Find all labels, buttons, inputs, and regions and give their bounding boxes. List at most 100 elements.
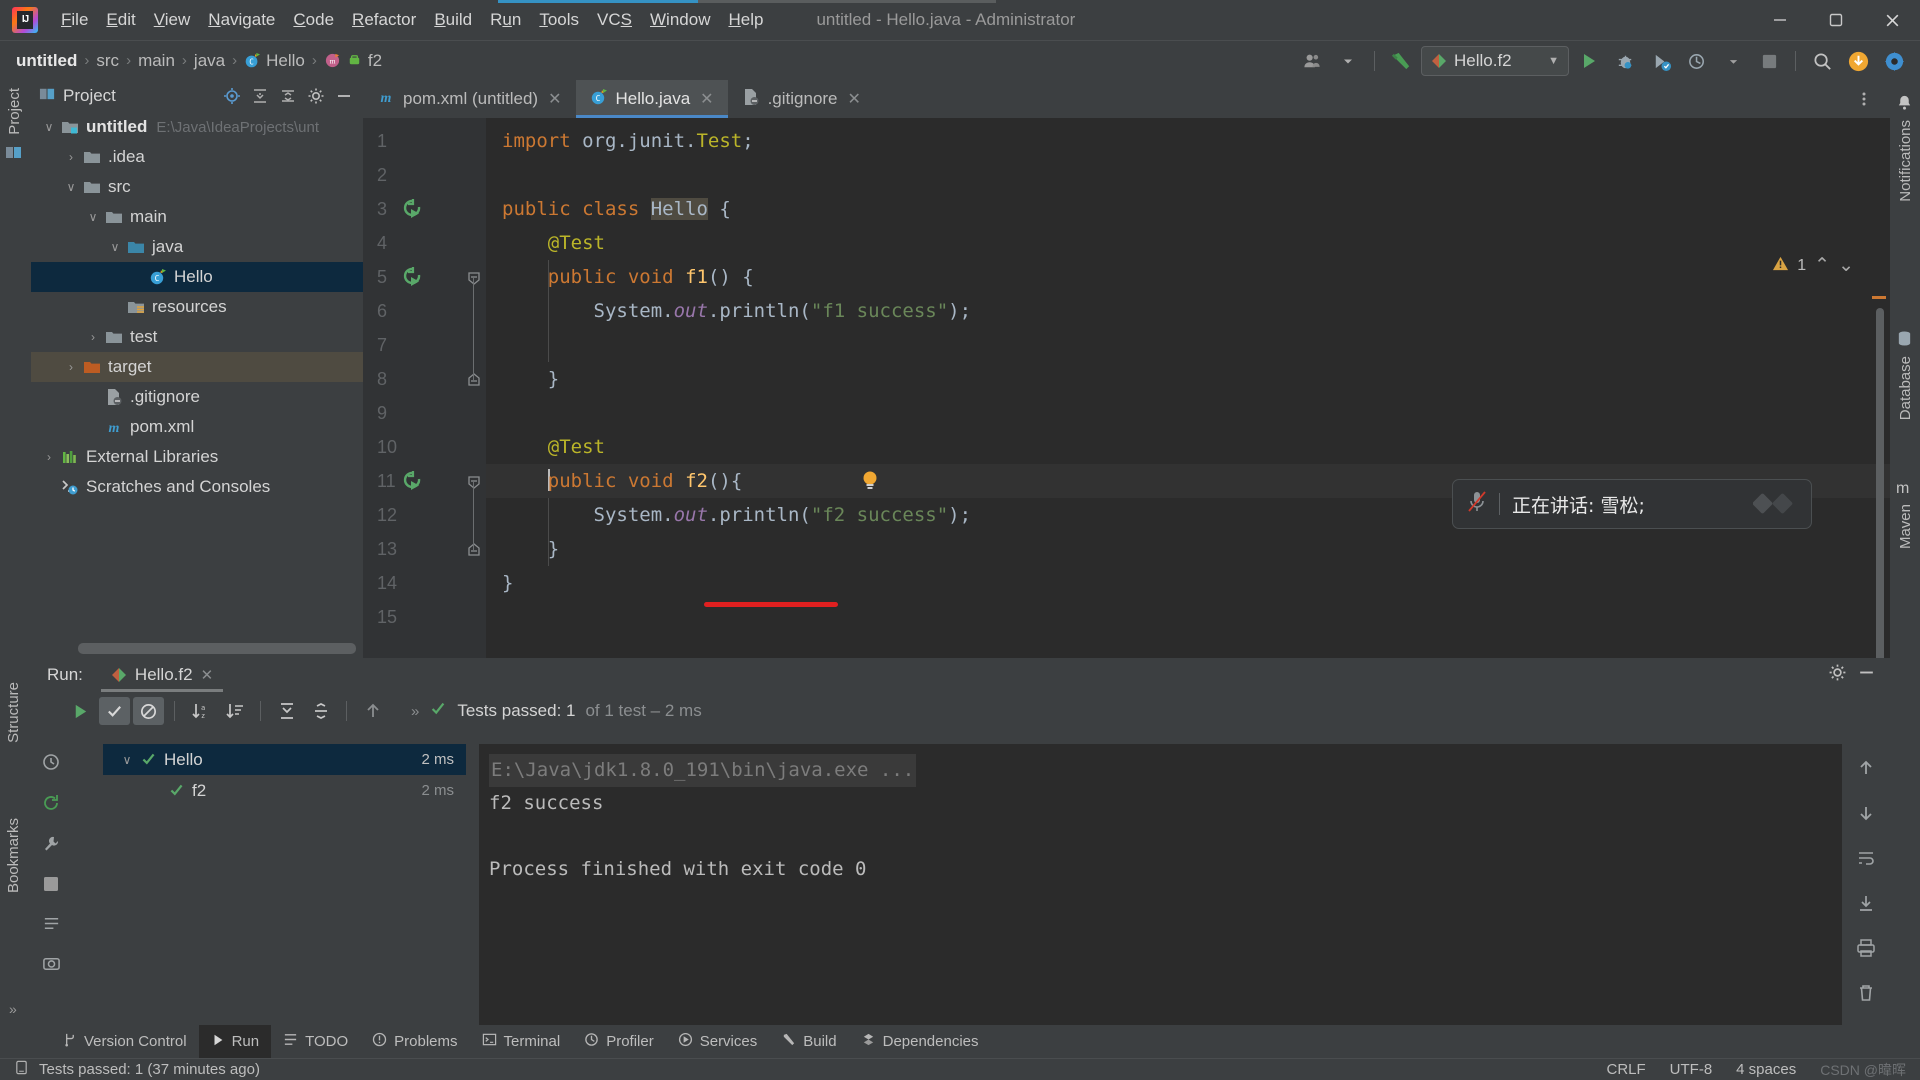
tool-window-button-problems[interactable]: Problems (360, 1025, 469, 1058)
run-coverage-button[interactable] (1645, 45, 1677, 77)
expand-all-icon[interactable] (247, 83, 273, 109)
code-line-10[interactable]: @Test (486, 430, 1890, 464)
debug-button[interactable] (1609, 45, 1641, 77)
tree-twisty[interactable]: ∨ (105, 240, 125, 254)
tree-item-test[interactable]: › test (31, 322, 363, 352)
code-fold-marker-line-11[interactable] (467, 474, 481, 489)
speaking-notification-toast[interactable]: 正在讲话: 雪松; (1452, 479, 1812, 529)
code-line-13[interactable]: } (486, 532, 1890, 566)
test-row-hello[interactable]: ∨ Hello 2 ms (103, 744, 466, 775)
expand-chevrons-icon[interactable]: » (411, 703, 419, 720)
more-tool-windows-icon[interactable]: » (9, 1001, 17, 1017)
show-passed-toggle[interactable] (99, 697, 130, 725)
soft-wrap-icon[interactable] (1856, 848, 1876, 873)
minimize-button[interactable] (1752, 0, 1808, 40)
tree-twisty[interactable]: › (83, 330, 103, 344)
breadcrumb-item-untitled[interactable]: untitled (16, 51, 77, 71)
code-line-2[interactable] (486, 158, 1890, 192)
menu-edit[interactable]: Edit (97, 7, 144, 33)
menu-navigate[interactable]: Navigate (199, 7, 284, 33)
rerun-tests-icon[interactable] (41, 793, 61, 818)
run-test-gutter-icon-line-3[interactable] (401, 198, 423, 220)
breadcrumb-item-hello[interactable]: C Hello (244, 51, 305, 71)
run-test-gutter-icon-line-11[interactable] (401, 470, 423, 492)
code-line-14[interactable]: } (486, 566, 1890, 600)
tool-window-notifications[interactable]: Notifications (1897, 120, 1914, 202)
tool-window-button-dependencies[interactable]: Dependencies (849, 1025, 991, 1058)
scroll-down-icon[interactable] (1856, 803, 1876, 828)
tool-window-button-todo[interactable]: TODO (271, 1025, 360, 1058)
tool-window-button-build[interactable]: Build (769, 1025, 848, 1058)
code-line-7[interactable] (486, 328, 1890, 362)
profiler-button[interactable] (1681, 45, 1713, 77)
code-line-15[interactable] (486, 600, 1890, 634)
user-icon[interactable] (1296, 45, 1328, 77)
camera-icon[interactable] (42, 954, 61, 978)
tree-item-src[interactable]: ∨ src (31, 172, 363, 202)
tree-item-gitignore[interactable]: .gitignore (31, 382, 363, 412)
code-line-9[interactable] (486, 396, 1890, 430)
tool-window-button-services[interactable]: Services (666, 1025, 770, 1058)
tool-window-button-run[interactable]: Run (198, 1025, 272, 1058)
project-tree-horizontal-scrollbar[interactable] (31, 643, 363, 654)
tree-twisty[interactable]: ∨ (61, 180, 81, 194)
tree-item-java[interactable]: ∨ java (31, 232, 363, 262)
breadcrumb-item-main[interactable]: main (138, 51, 175, 71)
menu-refactor[interactable]: Refactor (343, 7, 425, 33)
expand-all-button[interactable] (271, 697, 302, 725)
chevron-down-icon[interactable]: ▼ (1548, 55, 1559, 67)
scroll-to-end-icon[interactable] (1856, 893, 1876, 918)
editor-tab-hellojava[interactable]: C Hello.java ✕ (575, 80, 728, 118)
console-output[interactable]: E:\Java\jdk1.8.0_191\bin\java.exe ... f2… (479, 744, 1842, 1025)
close-icon[interactable]: ✕ (548, 89, 561, 109)
inspection-prev-icon[interactable]: ⌃ (1814, 254, 1830, 277)
code-editor[interactable]: 1 2 3 4 5 6 7 8 9 10 11 12 13 14 15 import org.junit.T… (363, 118, 1890, 688)
menu-file[interactable]: File (52, 7, 97, 33)
chevron-down-icon[interactable] (1717, 45, 1749, 77)
run-test-gutter-icon-line-5[interactable] (401, 266, 423, 288)
menu-run[interactable]: Run (481, 7, 530, 33)
tool-window-bookmarks[interactable]: Bookmarks (5, 818, 22, 893)
scroll-up-icon[interactable] (1856, 758, 1876, 783)
previous-occurrence-button[interactable] (357, 697, 388, 725)
more-vertical-icon[interactable] (1848, 83, 1880, 115)
editor-vertical-scrollbar[interactable] (1876, 308, 1884, 688)
tree-item-main[interactable]: ∨ main (31, 202, 363, 232)
history-icon[interactable] (41, 752, 61, 777)
tree-twisty[interactable]: › (61, 150, 81, 164)
tree-twisty[interactable]: › (61, 360, 81, 374)
tool-window-button-profiler[interactable]: Profiler (572, 1025, 666, 1058)
inspection-widget[interactable]: 1 ⌃ ⌄ (1772, 254, 1854, 277)
code-line-4[interactable]: @Test (486, 226, 1890, 260)
maximize-button[interactable] (1808, 0, 1864, 40)
run-button[interactable] (1573, 45, 1605, 77)
menu-tools[interactable]: Tools (530, 7, 588, 33)
editor-tab-pomxmluntitled[interactable]: m pom.xml (untitled) ✕ (363, 80, 576, 118)
tool-window-project[interactable]: Project (6, 88, 23, 135)
indent-label[interactable]: 4 spaces (1736, 1061, 1796, 1078)
line-separator-label[interactable]: CRLF (1607, 1061, 1646, 1078)
code-line-3[interactable]: public class Hello { (486, 192, 1890, 226)
tree-item-target[interactable]: › target (31, 352, 363, 382)
thread-dump-icon[interactable] (42, 914, 61, 938)
tree-twisty[interactable]: ∨ (83, 210, 103, 224)
collapse-all-button[interactable] (305, 697, 336, 725)
close-icon[interactable]: ✕ (700, 89, 713, 109)
code-line-5[interactable]: public void f1() { (486, 260, 1890, 294)
update-icon[interactable] (1842, 45, 1874, 77)
tree-item-hello[interactable]: C Hello (31, 262, 363, 292)
show-ignored-toggle[interactable] (133, 697, 164, 725)
tree-item-externallibraries[interactable]: › External Libraries (31, 442, 363, 472)
editor-tab-gitignore[interactable]: .gitignore ✕ (728, 80, 875, 118)
intention-bulb-icon[interactable] (860, 469, 880, 493)
run-tab-hello-f2[interactable]: Hello.f2 ✕ (100, 658, 224, 692)
search-icon[interactable] (1806, 45, 1838, 77)
code-fold-marker-line-8[interactable] (467, 372, 481, 386)
breadcrumb-item-f2[interactable]: m f2 (324, 51, 382, 71)
tree-item-pomxml[interactable]: m pom.xml (31, 412, 363, 442)
build-hammer-icon[interactable] (1385, 45, 1417, 77)
gear-icon[interactable] (303, 83, 329, 109)
editor-gutter[interactable]: 1 2 3 4 5 6 7 8 9 10 11 12 13 14 15 (363, 118, 486, 658)
menu-vcs[interactable]: VCS (588, 7, 641, 33)
hide-panel-icon[interactable] (331, 83, 357, 109)
